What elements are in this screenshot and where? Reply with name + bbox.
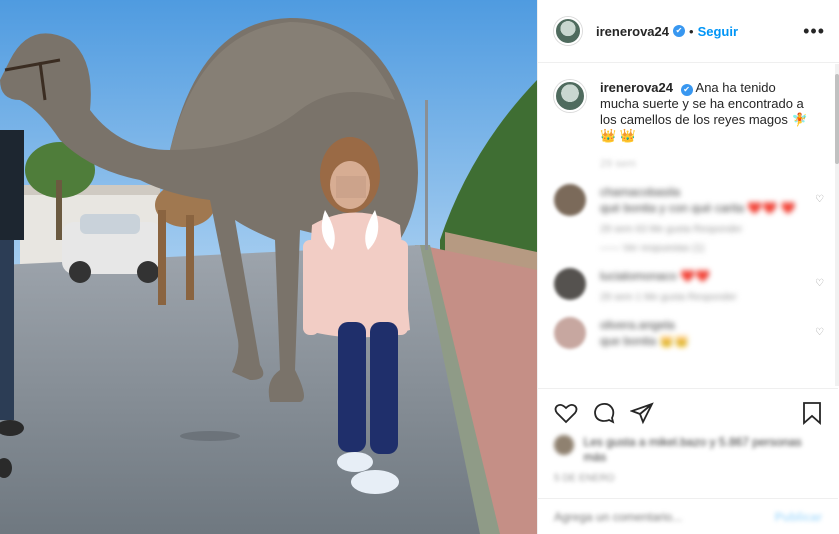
author-username[interactable]: irenerova24 bbox=[596, 24, 669, 39]
publish-button[interactable]: Publicar bbox=[775, 510, 822, 524]
header-separator: • bbox=[689, 23, 694, 39]
comment-like-icon[interactable]: ♡ bbox=[815, 278, 824, 303]
comment-user[interactable]: chamacobasila bbox=[600, 184, 800, 200]
add-comment-bar: Publicar bbox=[538, 498, 838, 534]
comment-text: ❤️❤️ bbox=[680, 269, 710, 283]
action-icons bbox=[554, 401, 822, 427]
follow-button[interactable]: Seguir bbox=[698, 24, 738, 39]
comment-avatar[interactable] bbox=[554, 268, 586, 300]
post-photo[interactable] bbox=[0, 0, 537, 534]
comment-text: que bonita 👑👑 bbox=[600, 334, 690, 348]
post-actions: Les gusta a mikel.bazo y 5.867 personas … bbox=[538, 388, 838, 484]
more-options-icon[interactable]: ••• bbox=[803, 22, 825, 40]
caption-time-ago[interactable]: 29 sem bbox=[600, 158, 824, 170]
likes-text[interactable]: Les gusta a mikel.bazo y 5.867 personas … bbox=[584, 435, 822, 465]
likes-summary[interactable]: Les gusta a mikel.bazo y 5.867 personas … bbox=[554, 435, 822, 465]
comment-avatar[interactable] bbox=[554, 184, 586, 216]
comment-icon[interactable] bbox=[592, 401, 616, 428]
comment-text: qué bonita y con qué carita ❤️❤️ ❤️ bbox=[600, 201, 796, 215]
verified-badge-icon: ✔ bbox=[673, 25, 685, 37]
comment-like-icon[interactable]: ♡ bbox=[815, 194, 824, 254]
liker-avatar bbox=[554, 435, 574, 455]
comment-user[interactable]: lucialomonaco ❤️❤️ bbox=[600, 268, 800, 284]
comment-item: chamacobasila qué bonita y con qué carit… bbox=[554, 184, 824, 254]
comment-body: chamacobasila qué bonita y con qué carit… bbox=[600, 184, 800, 254]
caption-verified-badge-icon: ✔ bbox=[680, 84, 693, 96]
caption-username[interactable]: irenerova24 bbox=[600, 80, 673, 95]
bookmark-icon[interactable] bbox=[802, 401, 822, 428]
comment-username[interactable]: lucialomonaco bbox=[600, 269, 677, 283]
instagram-post: irenerova24 ✔ • Seguir ••• irenerova24 ✔… bbox=[0, 0, 839, 534]
caption-avatar[interactable] bbox=[554, 80, 586, 112]
post-date[interactable]: 5 DE ENERO bbox=[554, 473, 822, 484]
post-header: irenerova24 ✔ • Seguir ••• bbox=[538, 0, 839, 63]
comment-body: olivera.angela que bonita 👑👑 bbox=[600, 317, 800, 349]
photo-illustration bbox=[0, 0, 537, 534]
scrollbar-thumb[interactable] bbox=[835, 74, 839, 164]
post-side-panel: irenerova24 ✔ • Seguir ••• irenerova24 ✔… bbox=[537, 0, 839, 534]
comment-item: lucialomonaco ❤️❤️ 29 sem 1 Me gusta Res… bbox=[554, 268, 824, 303]
comment-meta[interactable]: 29 sem 1 Me gusta Responder bbox=[600, 292, 800, 303]
comment-avatar[interactable] bbox=[554, 317, 586, 349]
comment-body: lucialomonaco ❤️❤️ 29 sem 1 Me gusta Res… bbox=[600, 268, 800, 303]
comments-scrollbar[interactable] bbox=[835, 64, 839, 386]
comment-user[interactable]: olivera.angela bbox=[600, 317, 800, 333]
comment-like-icon[interactable]: ♡ bbox=[815, 327, 824, 349]
comment-meta[interactable]: 29 sem 63 Me gusta Responder bbox=[600, 224, 800, 235]
post-caption: irenerova24 ✔ Ana ha tenido mucha suerte… bbox=[554, 80, 824, 144]
add-comment-input[interactable] bbox=[554, 509, 754, 524]
author-avatar[interactable] bbox=[554, 17, 582, 45]
comments-list[interactable]: irenerova24 ✔ Ana ha tenido mucha suerte… bbox=[538, 64, 838, 386]
caption-text-block: irenerova24 ✔ Ana ha tenido mucha suerte… bbox=[600, 80, 810, 144]
view-replies-link[interactable]: —— Ver respuestas (1) bbox=[600, 243, 800, 254]
comment-item: olivera.angela que bonita 👑👑 ♡ bbox=[554, 317, 824, 349]
heart-icon[interactable] bbox=[554, 402, 578, 427]
share-icon[interactable] bbox=[629, 401, 654, 428]
